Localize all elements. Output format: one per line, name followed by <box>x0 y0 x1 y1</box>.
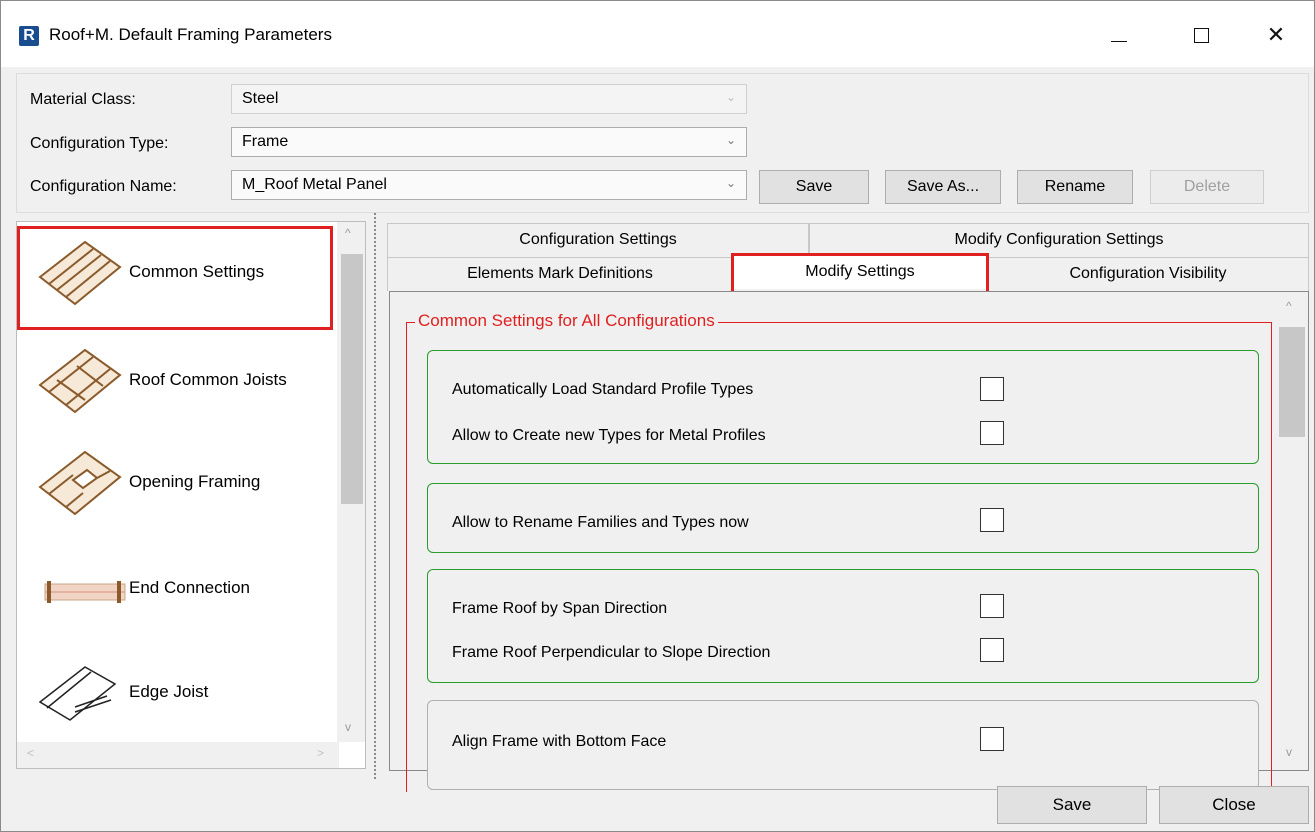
maximize-button[interactable] <box>1178 15 1224 55</box>
config-delete-button[interactable]: Delete <box>1150 170 1264 204</box>
scroll-down-icon[interactable]: v <box>345 720 351 734</box>
chevron-down-icon: ⌄ <box>725 133 736 147</box>
align-bottom-face-checkbox[interactable] <box>980 727 1004 751</box>
group-title: Common Settings for All Configurations <box>415 311 718 331</box>
scroll-left-icon[interactable]: < <box>27 746 34 760</box>
panel-splitter[interactable] <box>374 213 376 779</box>
list-item-label: Opening Framing <box>129 472 261 491</box>
common-settings-group: Common Settings for All Configurations A… <box>406 311 1272 792</box>
configuration-name-value: M_Roof Metal Panel <box>242 176 387 193</box>
create-types-checkbox[interactable] <box>980 421 1004 445</box>
scroll-right-icon[interactable]: > <box>317 746 324 760</box>
list-item-end-connection[interactable]: End Connection <box>19 538 329 638</box>
window-title: Roof+M. Default Framing Parameters <box>49 25 332 44</box>
span-direction-checkbox[interactable] <box>980 594 1004 618</box>
end-connection-icon <box>44 581 126 603</box>
configuration-name-dropdown[interactable]: M_Roof Metal Panel ⌄ <box>231 170 747 200</box>
option-label: Allow to Create new Types for Metal Prof… <box>452 427 766 444</box>
option-label: Allow to Rename Families and Types now <box>452 514 749 531</box>
title-bar: R Roof+M. Default Framing Parameters ✕ <box>1 1 1314 67</box>
option-label: Automatically Load Standard Profile Type… <box>452 381 754 398</box>
chevron-down-icon: ⌄ <box>725 176 736 190</box>
scroll-thumb[interactable] <box>1279 327 1305 437</box>
content-vertical-scrollbar[interactable]: ^ v <box>1275 293 1307 769</box>
revit-app-icon: R <box>19 26 39 46</box>
chevron-down-icon: ⌄ <box>725 90 736 104</box>
settings-tabs: Configuration Settings Modify Configurat… <box>387 223 1309 295</box>
rename-families-checkbox[interactable] <box>980 508 1004 532</box>
list-item-opening-framing[interactable]: Opening Framing <box>19 432 329 532</box>
scroll-up-icon[interactable]: ^ <box>1286 299 1292 313</box>
scroll-down-icon[interactable]: v <box>1286 745 1292 759</box>
option-label: Frame Roof Perpendicular to Slope Direct… <box>452 644 771 661</box>
modify-settings-content: Common Settings for All Configurations A… <box>389 291 1309 792</box>
minimize-icon <box>1111 40 1127 42</box>
list-item-label: Edge Joist <box>129 682 209 701</box>
rename-group: Allow to Rename Families and Types now <box>427 483 1259 553</box>
configuration-type-label: Configuration Type: <box>30 135 169 152</box>
frame-direction-group: Frame Roof by Span Direction Frame Roof … <box>427 569 1259 683</box>
tab-elements-mark-definitions[interactable]: Elements Mark Definitions <box>387 257 733 291</box>
tab-selection-highlight <box>731 253 989 295</box>
option-label: Frame Roof by Span Direction <box>452 600 668 617</box>
auto-load-profiles-checkbox[interactable] <box>980 377 1004 401</box>
list-item-label: Roof Common Joists <box>129 370 287 389</box>
scroll-up-icon[interactable]: ^ <box>345 226 351 240</box>
dialog-window: R Roof+M. Default Framing Parameters ✕ M… <box>0 0 1315 832</box>
scroll-thumb[interactable] <box>341 254 363 504</box>
save-button[interactable]: Save <box>997 786 1147 824</box>
roof-joists-icon <box>38 348 122 414</box>
tab-modify-configuration-settings[interactable]: Modify Configuration Settings <box>809 223 1309 257</box>
option-label: Align Frame with Bottom Face <box>452 733 667 750</box>
material-class-label: Material Class: <box>30 91 136 108</box>
material-class-value: Steel <box>242 90 279 107</box>
close-window-button[interactable]: ✕ <box>1253 15 1299 55</box>
tab-configuration-visibility[interactable]: Configuration Visibility <box>987 257 1309 291</box>
opening-framing-icon <box>38 450 122 516</box>
list-horizontal-scrollbar[interactable]: < > <box>17 742 339 768</box>
perpendicular-slope-checkbox[interactable] <box>980 638 1004 662</box>
maximize-icon <box>1193 27 1209 43</box>
close-icon: ✕ <box>1266 22 1286 47</box>
configuration-name-label: Configuration Name: <box>30 178 177 195</box>
minimize-button[interactable] <box>1096 15 1142 55</box>
tab-configuration-settings[interactable]: Configuration Settings <box>387 223 809 257</box>
list-item-roof-common-joists[interactable]: Roof Common Joists <box>19 330 329 430</box>
config-rename-button[interactable]: Rename <box>1017 170 1133 204</box>
profile-types-group: Automatically Load Standard Profile Type… <box>427 350 1259 464</box>
list-item-edge-joist[interactable]: Edge Joist <box>19 642 329 742</box>
configuration-type-dropdown[interactable]: Frame ⌄ <box>231 127 747 157</box>
config-save-button[interactable]: Save <box>759 170 869 204</box>
edge-joist-icon <box>38 666 117 721</box>
configuration-panel: Material Class: Steel ⌄ Configuration Ty… <box>16 73 1309 213</box>
config-save-as-button[interactable]: Save As... <box>885 170 1001 204</box>
configuration-type-value: Frame <box>242 133 289 150</box>
selection-highlight <box>17 226 333 330</box>
material-class-dropdown[interactable]: Steel ⌄ <box>231 84 747 114</box>
list-item-label: End Connection <box>129 578 250 597</box>
align-frame-group: Align Frame with Bottom Face <box>427 700 1259 790</box>
close-button[interactable]: Close <box>1159 786 1309 824</box>
list-vertical-scrollbar[interactable]: ^ v <box>337 222 365 742</box>
settings-category-list: Common Settings Roof Common Joists Openi… <box>16 221 366 769</box>
